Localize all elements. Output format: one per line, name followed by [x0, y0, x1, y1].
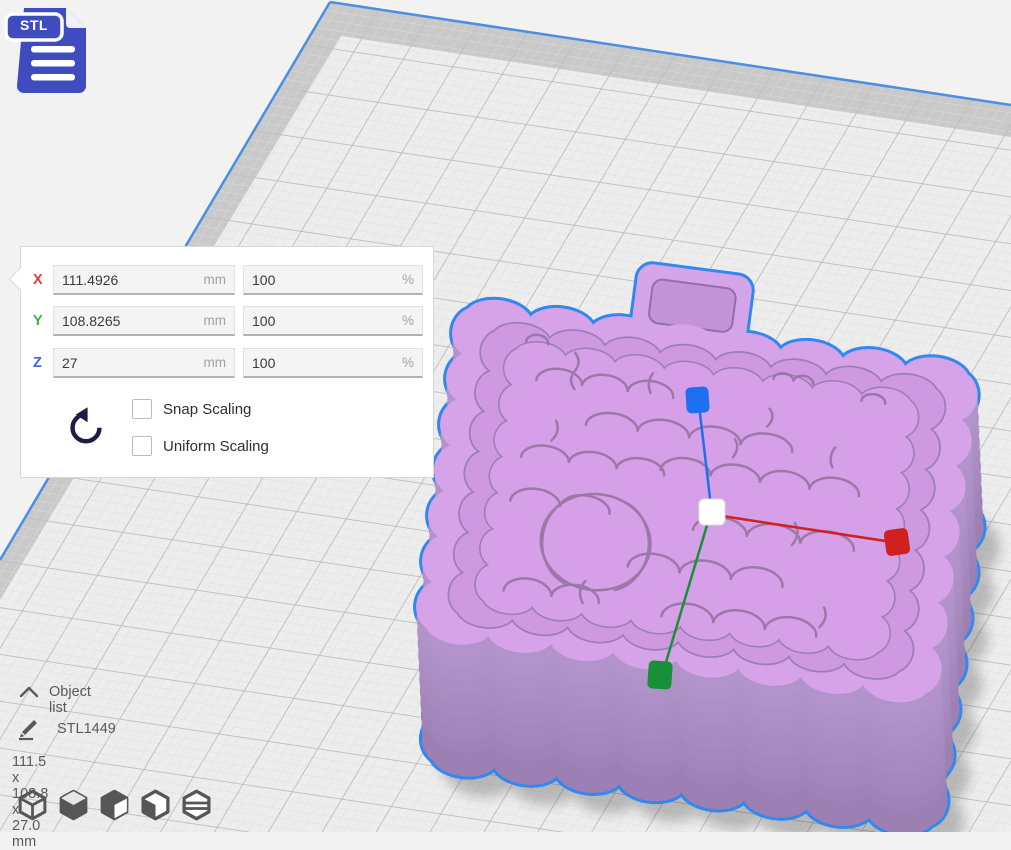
object-list-title[interactable]: Object list — [49, 684, 91, 716]
y-size-value: 108.8265 — [62, 313, 120, 329]
x-size-field[interactable]: 111.4926 mm — [53, 265, 235, 295]
uniform-scaling-checkbox[interactable] — [132, 436, 152, 456]
gizmo-handle-uniform[interactable] — [699, 499, 725, 525]
uniform-scaling-row: Uniform Scaling — [132, 434, 269, 458]
stl-badge-label: STL — [11, 17, 57, 33]
gizmo-handle-x[interactable] — [883, 527, 910, 556]
reset-transform-icon — [67, 405, 105, 449]
x-percent-value: 100 — [252, 272, 275, 288]
cube-layers-icon[interactable] — [180, 788, 213, 822]
gizmo-handle-z[interactable] — [685, 386, 710, 414]
snap-scaling-label: Snap Scaling — [163, 401, 251, 418]
y-size-field[interactable]: 108.8265 mm — [53, 306, 235, 336]
z-size-field[interactable]: 27 mm — [53, 348, 235, 378]
chevron-up-icon — [18, 684, 40, 700]
z-size-unit: mm — [204, 355, 227, 370]
z-percent-unit: % — [402, 355, 414, 370]
snap-scaling-row: Snap Scaling — [132, 397, 251, 421]
cube-top-face-icon[interactable] — [139, 788, 172, 822]
cube-solid-icon[interactable] — [57, 788, 90, 822]
view-mode-toolbar — [16, 788, 213, 822]
scale-row-x: X 111.4926 mm 100 % — [33, 265, 423, 295]
y-percent-field[interactable]: 100 % — [243, 306, 423, 336]
x-percent-unit: % — [402, 272, 414, 287]
z-percent-field[interactable]: 100 % — [243, 348, 423, 378]
cube-solid-face-icon[interactable] — [98, 788, 131, 822]
object-list-item[interactable]: STL1449 — [57, 721, 116, 737]
x-size-unit: mm — [204, 272, 227, 287]
x-size-value: 111.4926 — [62, 272, 118, 288]
cube-wireframe-icon[interactable] — [16, 788, 49, 822]
gizmo-handle-y[interactable] — [647, 660, 673, 690]
y-percent-unit: % — [402, 313, 414, 328]
axis-z-label: Z — [33, 355, 51, 371]
stl-document-glyph — [4, 0, 96, 100]
z-size-value: 27 — [62, 355, 78, 371]
y-percent-value: 100 — [252, 313, 275, 329]
stl-file-icon[interactable]: STL — [4, 0, 96, 100]
axis-y-label: Y — [33, 313, 51, 329]
x-percent-field[interactable]: 100 % — [243, 265, 423, 295]
scale-row-y: Y 108.8265 mm 100 % — [33, 306, 423, 336]
rename-object-button[interactable] — [16, 717, 42, 746]
object-list-collapse-button[interactable] — [18, 684, 40, 705]
scale-row-z: Z 27 mm 100 % — [33, 348, 423, 378]
axis-x-label: X — [33, 272, 51, 288]
y-size-unit: mm — [204, 313, 227, 328]
reset-scale-button[interactable] — [67, 405, 105, 449]
snap-scaling-checkbox[interactable] — [132, 399, 152, 419]
pencil-icon — [16, 717, 42, 741]
scale-tool-panel: X 111.4926 mm 100 % Y 108.8265 mm 100 % … — [20, 246, 434, 478]
uniform-scaling-label: Uniform Scaling — [163, 438, 269, 455]
z-percent-value: 100 — [252, 355, 275, 371]
